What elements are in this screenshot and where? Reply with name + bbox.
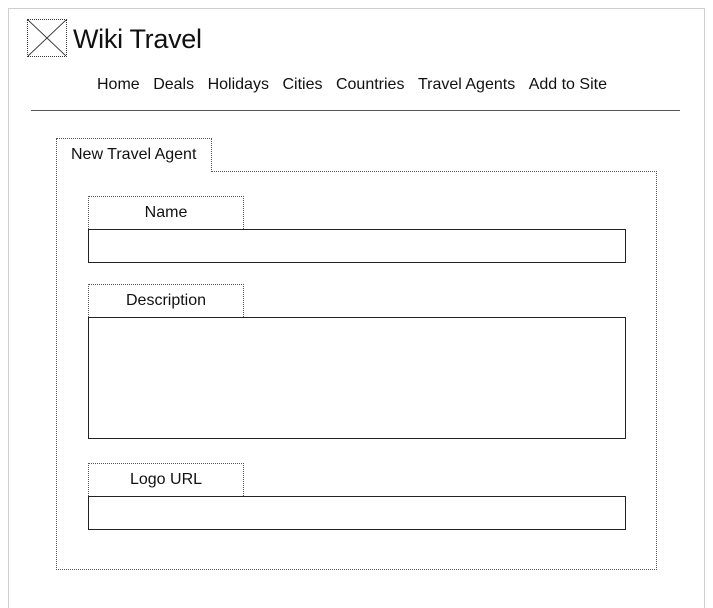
- nav-item-travel-agents[interactable]: Travel Agents: [418, 75, 515, 95]
- description-label: Description: [88, 284, 244, 317]
- nav-item-add-to-site[interactable]: Add to Site: [529, 75, 607, 95]
- main-nav: Home Deals Holidays Cities Countries Tra…: [97, 75, 620, 95]
- name-field[interactable]: [88, 229, 626, 263]
- site-title: Wiki Travel: [73, 24, 202, 54]
- nav-item-deals[interactable]: Deals: [153, 75, 194, 95]
- name-label: Name: [88, 196, 244, 229]
- image-placeholder-icon: [27, 19, 67, 57]
- nav-item-holidays[interactable]: Holidays: [208, 75, 269, 95]
- nav-divider: [31, 110, 680, 111]
- nav-item-countries[interactable]: Countries: [336, 75, 404, 95]
- nav-item-home[interactable]: Home: [97, 75, 140, 95]
- logo-url-label: Logo URL: [88, 463, 244, 496]
- logo-url-field[interactable]: [88, 496, 626, 530]
- description-field[interactable]: [88, 317, 626, 439]
- tab-new-travel-agent[interactable]: New Travel Agent: [56, 138, 212, 172]
- nav-item-cities[interactable]: Cities: [282, 75, 322, 95]
